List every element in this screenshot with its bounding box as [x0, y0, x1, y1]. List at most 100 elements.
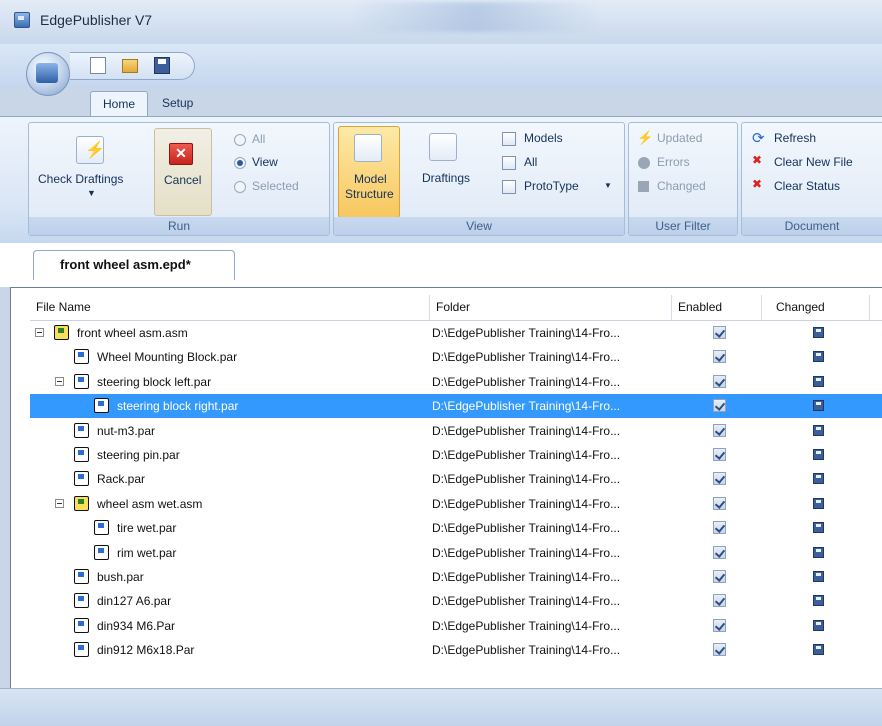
application-menu-button[interactable]	[26, 52, 70, 96]
refresh-button[interactable]: ⟳ Refresh	[750, 130, 880, 150]
run-option-all[interactable]: All	[234, 131, 324, 151]
chevron-down-icon: ▼	[604, 181, 612, 190]
changed-disk-icon	[813, 400, 824, 411]
changed-disk-icon	[813, 498, 824, 509]
file-name-cell: Wheel Mounting Block.par	[97, 350, 238, 364]
clear-status-button[interactable]: ✖ Clear Status	[750, 177, 880, 198]
table-row[interactable]: rim wet.par D:\EdgePublisher Training\14-…	[30, 541, 882, 565]
enabled-checkbox[interactable]	[713, 399, 726, 412]
prototype-dropdown[interactable]: ProtoType ▼	[500, 178, 622, 198]
enabled-checkbox[interactable]	[713, 521, 726, 534]
new-file-icon[interactable]	[90, 57, 106, 74]
enabled-checkbox[interactable]	[713, 497, 726, 510]
draftings-button[interactable]: Draftings	[406, 126, 486, 218]
collapse-toggle-icon[interactable]	[35, 328, 44, 337]
table-row[interactable]: steering pin.par D:\EdgePublisher Trainin…	[30, 443, 882, 467]
enabled-checkbox[interactable]	[713, 326, 726, 339]
file-name-cell: steering block left.par	[97, 375, 212, 389]
document-group: ⟳ Refresh ✖ Clear New File ✖ Clear Statu…	[741, 122, 882, 236]
check-draftings-label: Check Draftings	[38, 172, 124, 186]
part-file-icon	[94, 520, 109, 535]
enabled-checkbox[interactable]	[713, 375, 726, 388]
run-group: ⚡ Check Draftings ▼ ✕ Cancel All View Se…	[28, 122, 330, 236]
clear-new-files-label: Clear New File	[774, 155, 853, 169]
user-filter-group: ⚡ Updated Errors Changed User Filter	[628, 122, 738, 236]
radio-view[interactable]	[234, 157, 246, 169]
quick-access-toolbar	[70, 52, 195, 80]
lightning-icon: ⚡	[76, 136, 105, 164]
cancel-button[interactable]: ✕ Cancel	[154, 128, 212, 216]
prototype-icon	[502, 180, 516, 194]
part-file-icon	[94, 545, 109, 560]
enabled-checkbox[interactable]	[713, 448, 726, 461]
enabled-checkbox[interactable]	[713, 619, 726, 632]
file-name-cell: din934 M6.Par	[97, 619, 176, 633]
changed-disk-icon	[813, 547, 824, 558]
open-folder-icon[interactable]	[122, 59, 138, 73]
enabled-checkbox[interactable]	[713, 594, 726, 607]
all-icon	[502, 156, 516, 170]
assembly-file-icon	[54, 325, 69, 340]
enabled-checkbox[interactable]	[713, 472, 726, 485]
enabled-checkbox[interactable]	[713, 424, 726, 437]
file-name-cell: bush.par	[97, 570, 144, 584]
radio-selected[interactable]	[234, 181, 246, 193]
assembly-file-icon	[74, 496, 89, 511]
chevron-down-icon: ▼	[87, 188, 96, 198]
models-icon	[502, 132, 516, 146]
column-header-file-name[interactable]: File Name	[30, 295, 430, 320]
app-icon[interactable]	[14, 12, 30, 28]
tab-setup[interactable]: Setup	[162, 91, 193, 116]
column-header-enabled[interactable]: Enabled	[672, 295, 762, 320]
filter-errors-label: Errors	[657, 155, 690, 169]
changed-disk-icon	[813, 620, 824, 631]
table-row[interactable]: front wheel asm.asm D:\EdgePublisher Trai…	[30, 321, 882, 345]
table-row[interactable]: Wheel Mounting Block.par D:\EdgePublisher…	[30, 345, 882, 369]
model-structure-button[interactable]: Model Structure	[338, 126, 400, 218]
view-all-label: All	[524, 155, 538, 169]
changed-disk-icon	[813, 644, 824, 655]
column-header-folder[interactable]: Folder	[430, 295, 672, 320]
filter-updated-button[interactable]: ⚡ Updated	[635, 130, 735, 150]
collapse-toggle-icon[interactable]	[55, 377, 64, 386]
enabled-checkbox[interactable]	[713, 570, 726, 583]
filter-changed-button[interactable]: Changed	[635, 178, 735, 198]
cancel-x-icon: ✕	[169, 143, 193, 165]
enabled-checkbox[interactable]	[713, 546, 726, 559]
filter-changed-label: Changed	[657, 179, 706, 193]
table-row[interactable]: Rack.par D:\EdgePublisher Training\14-Fro…	[30, 467, 882, 491]
run-option-view[interactable]: View	[234, 154, 324, 174]
table-row[interactable]: bush.par D:\EdgePublisher Training\14-Fro…	[30, 565, 882, 589]
radio-all[interactable]	[234, 134, 246, 146]
draftings-icon	[429, 133, 457, 161]
enabled-checkbox[interactable]	[713, 643, 726, 656]
table-row[interactable]: tire wet.par D:\EdgePublisher Training\14…	[30, 516, 882, 540]
table-row[interactable]: nut-m3.par D:\EdgePublisher Training\14-F…	[30, 419, 882, 443]
table-row[interactable]: wheel asm wet.asm D:\EdgePublisher Traini…	[30, 492, 882, 516]
save-icon[interactable]	[154, 57, 170, 74]
view-all-button[interactable]: All	[500, 154, 620, 174]
table-row[interactable]: din127 A6.par D:\EdgePublisher Training\1…	[30, 589, 882, 613]
run-option-selected[interactable]: Selected	[234, 178, 324, 198]
clear-new-files-button[interactable]: ✖ Clear New File	[750, 153, 882, 174]
part-file-icon	[74, 593, 89, 608]
table-row[interactable]: steering block right.par D:\EdgePublisher…	[30, 394, 882, 418]
file-name-cell: nut-m3.par	[97, 424, 156, 438]
check-draftings-button[interactable]: ⚡ Check Draftings ▼	[36, 128, 146, 216]
filter-errors-button[interactable]: Errors	[635, 154, 735, 174]
title-bar: EdgePublisher V7	[0, 0, 882, 45]
table-row[interactable]: din934 M6.Par D:\EdgePublisher Training\1…	[30, 614, 882, 638]
table-row[interactable]: steering block left.par D:\EdgePublisher …	[30, 370, 882, 394]
changed-disk-icon	[813, 473, 824, 484]
column-header-changed[interactable]: Changed	[762, 295, 870, 320]
models-button[interactable]: Models	[500, 130, 620, 150]
folder-cell: D:\EdgePublisher Training\14-Fro...	[432, 375, 621, 389]
collapse-toggle-icon[interactable]	[55, 499, 64, 508]
tab-home[interactable]: Home	[90, 91, 148, 116]
document-tab[interactable]: front wheel asm.epd*	[33, 250, 235, 280]
changed-disk-icon	[813, 376, 824, 387]
changed-disk-icon	[813, 522, 824, 533]
document-group-label: Document	[742, 217, 882, 235]
table-row[interactable]: din912 M6x18.Par D:\EdgePublisher Trainin…	[30, 638, 882, 662]
enabled-checkbox[interactable]	[713, 350, 726, 363]
